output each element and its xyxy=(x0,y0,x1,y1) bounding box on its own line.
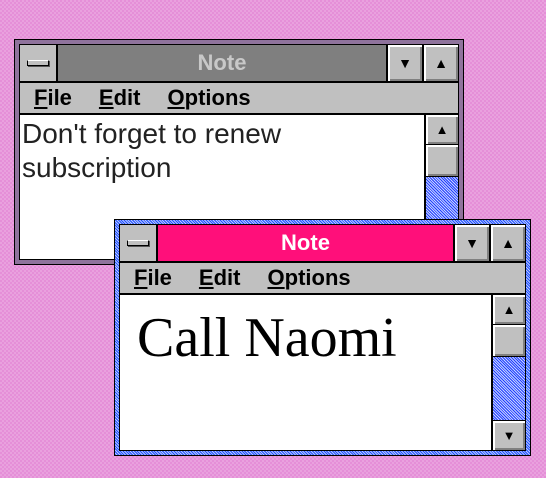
system-menu-icon xyxy=(27,60,49,66)
menu-options[interactable]: Options xyxy=(268,265,351,291)
scroll-down-icon: ▼ xyxy=(502,428,516,443)
note-content-area[interactable]: Call Naomi xyxy=(120,295,491,450)
window-title: Note xyxy=(158,225,453,261)
note-text: Call Naomi xyxy=(137,307,397,369)
maximize-button[interactable]: ▲ xyxy=(489,225,525,261)
note-text: Don't forget to renew subscription xyxy=(22,118,282,183)
system-menu-button[interactable] xyxy=(20,45,58,81)
scroll-down-button[interactable]: ▼ xyxy=(493,420,525,450)
note-window-foreground[interactable]: Note ▼ ▲ File Edit Options Call Naomi ▲ … xyxy=(114,219,531,456)
up-arrow-icon: ▲ xyxy=(501,235,515,251)
window-frame: Note ▼ ▲ File Edit Options Call Naomi ▲ … xyxy=(119,224,526,451)
menu-file[interactable]: File xyxy=(134,265,172,291)
scroll-up-icon: ▲ xyxy=(435,122,449,137)
down-arrow-icon: ▼ xyxy=(398,55,412,71)
menu-edit[interactable]: Edit xyxy=(199,265,241,291)
title-bar[interactable]: Note ▼ ▲ xyxy=(120,225,525,263)
menu-bar: File Edit Options xyxy=(120,263,525,295)
menu-edit[interactable]: Edit xyxy=(99,85,141,111)
vertical-scrollbar[interactable]: ▲ ▼ xyxy=(491,295,525,450)
minimize-button[interactable]: ▼ xyxy=(453,225,489,261)
scroll-up-icon: ▲ xyxy=(502,302,516,317)
scroll-thumb[interactable] xyxy=(426,145,458,177)
window-title: Note xyxy=(58,45,386,81)
up-arrow-icon: ▲ xyxy=(434,55,448,71)
menu-file[interactable]: File xyxy=(34,85,72,111)
system-menu-icon xyxy=(127,240,149,246)
menu-options[interactable]: Options xyxy=(168,85,251,111)
down-arrow-icon: ▼ xyxy=(465,235,479,251)
menu-bar: File Edit Options xyxy=(20,83,458,115)
scroll-thumb[interactable] xyxy=(493,325,525,357)
minimize-button[interactable]: ▼ xyxy=(386,45,422,81)
scroll-up-button[interactable]: ▲ xyxy=(426,115,458,145)
system-menu-button[interactable] xyxy=(120,225,158,261)
title-bar[interactable]: Note ▼ ▲ xyxy=(20,45,458,83)
maximize-button[interactable]: ▲ xyxy=(422,45,458,81)
scroll-up-button[interactable]: ▲ xyxy=(493,295,525,325)
